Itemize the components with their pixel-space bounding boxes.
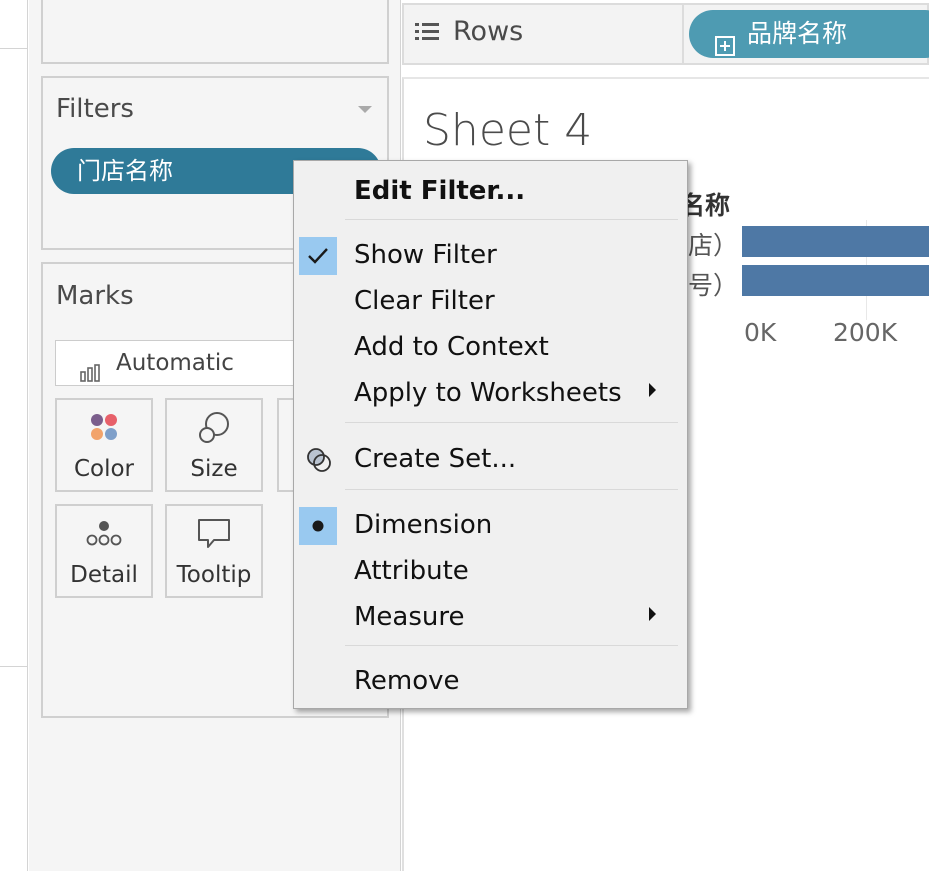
sheet-title: Sheet 4 bbox=[423, 105, 593, 156]
size-icon bbox=[167, 410, 261, 450]
submenu-arrow-icon bbox=[649, 607, 656, 621]
menu-item-dimension[interactable]: Dimension bbox=[354, 510, 492, 540]
menu-separator bbox=[345, 422, 678, 423]
detail-button[interactable]: Detail bbox=[55, 504, 153, 598]
bar-mark[interactable] bbox=[742, 265, 929, 296]
menu-separator bbox=[345, 489, 678, 490]
detail-label: Detail bbox=[70, 562, 138, 588]
size-button[interactable]: Size bbox=[165, 398, 263, 492]
menu-item-remove[interactable]: Remove bbox=[354, 666, 460, 696]
rows-shelf-icon bbox=[415, 22, 439, 46]
rows-pill-label: 品牌名称 bbox=[747, 19, 848, 48]
menu-item-apply-to-worksheets[interactable]: Apply to Worksheets bbox=[354, 378, 622, 408]
bar-chart-icon bbox=[80, 353, 100, 397]
menu-item-clear-filter[interactable]: Clear Filter bbox=[354, 286, 495, 316]
color-label: Color bbox=[73, 456, 135, 482]
tooltip-icon bbox=[167, 516, 261, 556]
marks-title: Marks bbox=[56, 281, 134, 311]
radio-dot-icon bbox=[299, 507, 337, 545]
bar-mark[interactable] bbox=[742, 226, 929, 257]
row-label: 店） bbox=[688, 231, 739, 260]
detail-icon bbox=[57, 516, 151, 554]
pane-divider bbox=[0, 666, 28, 667]
expand-plus-icon[interactable] bbox=[715, 24, 735, 72]
shelf-divider bbox=[682, 3, 684, 65]
submenu-arrow-icon bbox=[649, 383, 656, 397]
tooltip-label: Tooltip bbox=[176, 562, 252, 588]
check-icon bbox=[299, 237, 337, 275]
color-icon bbox=[57, 410, 151, 448]
color-button[interactable]: Color bbox=[55, 398, 153, 492]
menu-separator bbox=[345, 219, 678, 220]
pane-divider bbox=[0, 48, 28, 49]
menu-item-create-set[interactable]: Create Set... bbox=[354, 444, 516, 474]
left-data-pane-edge bbox=[0, 0, 28, 871]
menu-item-attribute[interactable]: Attribute bbox=[354, 556, 469, 586]
pages-card bbox=[41, 0, 389, 64]
size-label: Size bbox=[190, 456, 238, 482]
menu-item-edit-filter[interactable]: Edit Filter... bbox=[354, 176, 525, 206]
create-set-icon bbox=[305, 446, 333, 478]
menu-item-show-filter[interactable]: Show Filter bbox=[354, 240, 497, 270]
filters-dropdown-icon[interactable] bbox=[358, 106, 372, 113]
menu-item-add-to-context[interactable]: Add to Context bbox=[354, 332, 549, 362]
axis-tick-label: 0K bbox=[744, 318, 777, 347]
menu-item-measure[interactable]: Measure bbox=[354, 602, 465, 632]
filters-title: Filters bbox=[56, 94, 134, 124]
mark-type-label: Automatic bbox=[116, 350, 234, 376]
row-label: 号） bbox=[688, 271, 739, 300]
rows-pill[interactable]: 品牌名称 bbox=[689, 10, 929, 58]
menu-separator bbox=[345, 645, 678, 646]
axis-tick-label: 200K bbox=[833, 318, 898, 347]
rows-label: Rows bbox=[453, 16, 524, 47]
tooltip-button[interactable]: Tooltip bbox=[165, 504, 263, 598]
mark-type-select[interactable]: Automatic bbox=[55, 340, 315, 386]
